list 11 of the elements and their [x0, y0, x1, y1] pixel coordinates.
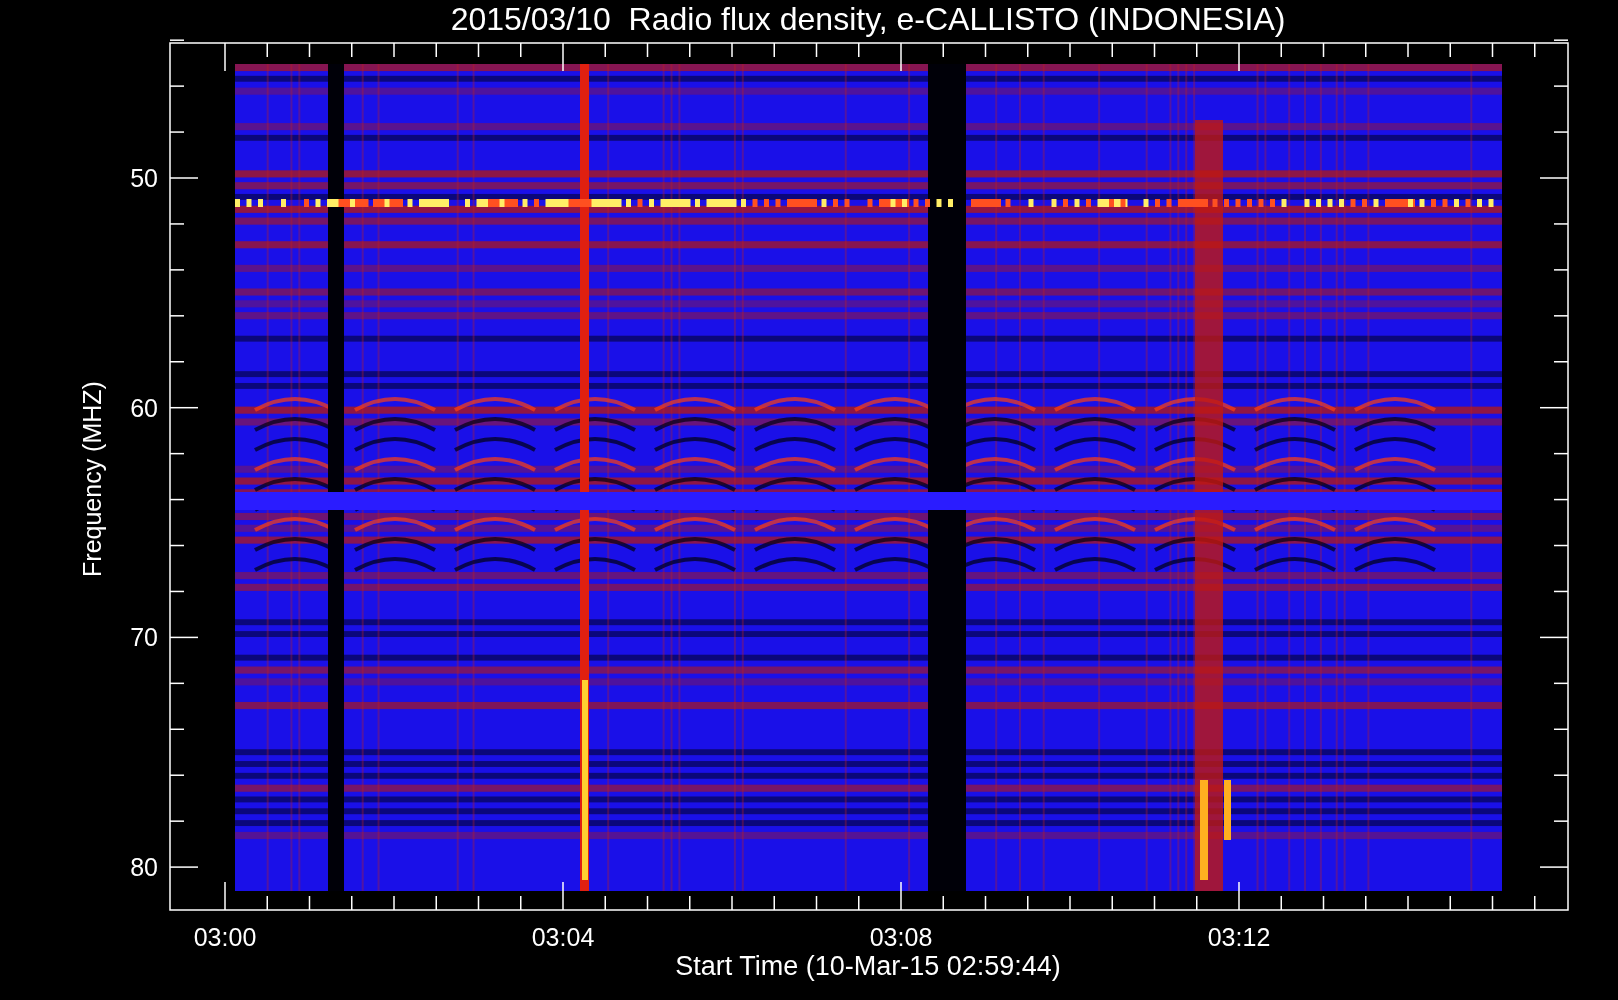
chart-title: 2015/03/10 Radio flux density, e-CALLISTO (INDONESIA) [450, 1, 1286, 37]
y-tick-label: 50 [130, 164, 158, 192]
y-tick-label: 60 [130, 393, 158, 422]
x-tick-label: 03:00 [193, 923, 257, 951]
x-axis-label: Start Time (10-Mar-15 02:59:44) [675, 951, 1061, 981]
x-tick-label: 03:04 [531, 923, 595, 951]
y-tick-label: 70 [130, 623, 158, 652]
x-tick-label: 03:08 [869, 923, 933, 951]
x-tick-label: 03:12 [1207, 923, 1271, 951]
y-tick-label: 80 [130, 853, 158, 882]
y-axis-label: Frequency (MHZ) [78, 381, 106, 577]
